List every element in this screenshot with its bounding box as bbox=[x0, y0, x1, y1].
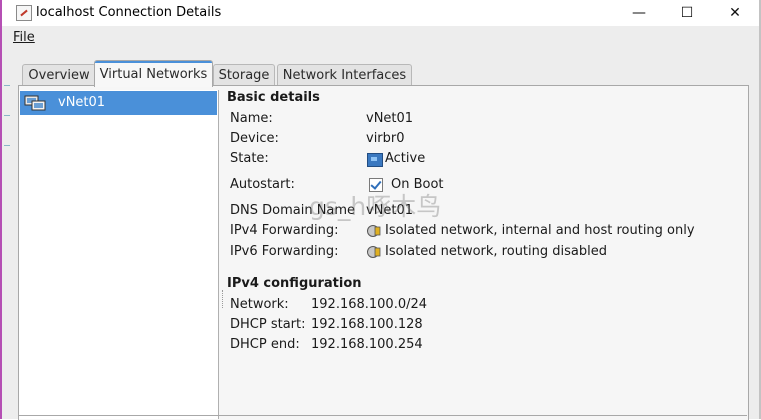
name-label: Name: bbox=[230, 111, 273, 126]
title-bar[interactable]: localhost Connection Details — ☐ ✕ bbox=[2, 0, 759, 26]
dhcp-start-value: 192.168.100.128 bbox=[311, 317, 423, 332]
close-button[interactable]: ✕ bbox=[712, 0, 758, 26]
pane-splitter[interactable] bbox=[222, 290, 224, 308]
ipv4-forwarding-label: IPv4 Forwarding: bbox=[230, 223, 339, 238]
state-label: State: bbox=[230, 151, 269, 166]
isolated-network-icon bbox=[367, 246, 381, 258]
connection-details-window: localhost Connection Details — ☐ ✕ File … bbox=[0, 0, 761, 420]
menu-file[interactable]: File bbox=[13, 30, 35, 45]
ipv6-forwarding-label: IPv6 Forwarding: bbox=[230, 244, 339, 259]
basic-details-heading: Basic details bbox=[227, 90, 320, 105]
device-label: Device: bbox=[230, 131, 279, 146]
watermark: gs_h啄木鸟 bbox=[309, 192, 442, 221]
network-details: Basic details Name: vNet01 Device: virbr… bbox=[222, 86, 747, 419]
dhcp-end-value: 192.168.100.254 bbox=[311, 337, 423, 352]
dhcp-end-label: DHCP end: bbox=[230, 337, 300, 352]
ipv4-forwarding-value: Isolated network, internal and host rout… bbox=[385, 223, 695, 238]
network-list-item[interactable]: vNet01 bbox=[20, 91, 217, 115]
strip-line bbox=[4, 115, 10, 116]
background-window-strip bbox=[2, 50, 10, 419]
ipv4-config-heading: IPv4 configuration bbox=[227, 276, 362, 291]
network-value: 192.168.100.0/24 bbox=[311, 297, 428, 312]
dhcp-start-label: DHCP start: bbox=[230, 317, 306, 332]
menu-bar: File bbox=[2, 26, 759, 50]
app-icon bbox=[16, 5, 32, 21]
autostart-label: Autostart: bbox=[230, 177, 295, 192]
network-label: Network: bbox=[230, 297, 289, 312]
strip-line bbox=[4, 85, 10, 86]
maximize-button[interactable]: ☐ bbox=[664, 0, 710, 26]
tab-overview[interactable]: Overview bbox=[22, 64, 96, 86]
strip-line bbox=[4, 145, 10, 146]
tab-network-interfaces[interactable]: Network Interfaces bbox=[277, 64, 412, 86]
state-active-icon bbox=[367, 153, 383, 167]
network-name: vNet01 bbox=[58, 95, 106, 110]
name-value: vNet01 bbox=[366, 111, 414, 126]
window-title: localhost Connection Details bbox=[36, 5, 222, 20]
tab-storage[interactable]: Storage bbox=[213, 64, 275, 86]
network-icon bbox=[24, 95, 46, 111]
minimize-button[interactable]: — bbox=[616, 0, 662, 26]
device-value: virbr0 bbox=[366, 131, 405, 146]
panel-bottom-border bbox=[18, 415, 747, 416]
ipv6-forwarding-value: Isolated network, routing disabled bbox=[385, 244, 607, 259]
network-list[interactable]: vNet01 bbox=[19, 90, 219, 419]
isolated-network-icon bbox=[367, 225, 381, 237]
tab-virtual-networks[interactable]: Virtual Networks bbox=[94, 60, 213, 87]
menu-file-label: File bbox=[13, 30, 35, 45]
state-value: Active bbox=[385, 151, 426, 166]
